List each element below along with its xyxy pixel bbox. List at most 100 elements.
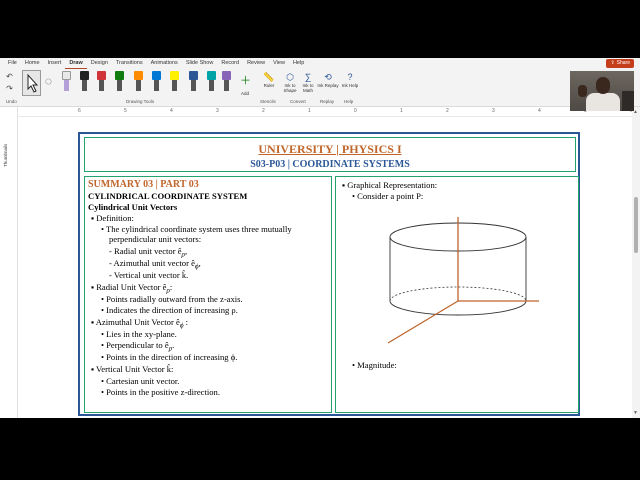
ruler-tick: 4 xyxy=(170,108,173,114)
ink-to-math-button[interactable]: ∑ Ink to Math xyxy=(297,71,319,93)
group-label-replay: Replay xyxy=(320,99,335,104)
tab-home[interactable]: Home xyxy=(21,58,44,69)
tab-slide-show[interactable]: Slide Show xyxy=(182,58,218,69)
ruler-tick: 3 xyxy=(216,108,219,114)
bullet-definition: ▪ Definition: xyxy=(91,213,134,223)
group-label-convert: Convert xyxy=(290,99,306,104)
ribbon-tab-bar: File Home Insert Draw Design Transitions… xyxy=(0,58,640,69)
ruler-tick: 1 xyxy=(400,108,403,114)
tab-review[interactable]: Review xyxy=(243,58,269,69)
tab-record[interactable]: Record xyxy=(217,58,243,69)
tab-animations[interactable]: Animations xyxy=(147,58,182,69)
item-vertical: - Vertical unit vector k̂. xyxy=(109,270,189,280)
tab-insert[interactable]: Insert xyxy=(44,58,66,69)
pen-button-3[interactable] xyxy=(115,71,124,91)
cursor-icon xyxy=(27,73,39,93)
bullet-perpendicular: perpendicular unit vectors: xyxy=(109,234,202,244)
ruler-tick: 4 xyxy=(538,108,541,114)
thumbnails-label: Thumbnails xyxy=(3,143,8,167)
ruler-tick: 0 xyxy=(354,108,357,114)
vertical-scrollbar[interactable]: ▲ ▼ xyxy=(632,107,640,418)
plus-icon: ＋ xyxy=(240,75,251,87)
undo-icon: ↶ xyxy=(6,72,13,81)
lasso-icon: ◌ xyxy=(44,74,53,88)
bullet-graphical: ▪ Graphical Representation: xyxy=(342,180,438,190)
thumbnails-pane[interactable]: Thumbnails xyxy=(0,107,18,418)
ruler-tick: 5 xyxy=(124,108,127,114)
tab-transitions[interactable]: Transitions xyxy=(112,58,147,69)
redo-button[interactable]: ↷ xyxy=(4,83,15,95)
add-pen-label: Add xyxy=(240,91,249,96)
select-tool-button[interactable] xyxy=(22,70,41,96)
pen-icon xyxy=(189,71,198,80)
summary-title: SUMMARY 03 | PART 03 xyxy=(88,179,199,190)
bullet-positive-z: • Points in the positive z-direction. xyxy=(101,387,221,397)
tab-view[interactable]: View xyxy=(269,58,289,69)
slide-subtitle: S03-P03 | COORDINATE SYSTEMS xyxy=(250,159,410,170)
help-icon: ? xyxy=(347,72,353,82)
pen-icon xyxy=(134,71,143,80)
pen-button-7[interactable] xyxy=(189,71,198,91)
tab-design[interactable]: Design xyxy=(87,58,112,69)
share-label: Share xyxy=(616,60,630,66)
scroll-down-icon[interactable]: ▼ xyxy=(633,410,638,416)
ink-help-button[interactable]: ? Ink Help xyxy=(339,71,361,88)
bullet-magnitude: • Magnitude: xyxy=(352,360,397,370)
add-pen-button[interactable]: ＋ xyxy=(240,75,251,87)
ruler-tick: 2 xyxy=(262,108,265,114)
ink-to-math-label: Ink to Math xyxy=(302,83,314,93)
bullet-vertical-vector: ▪ Vertical Unit Vector k̂: xyxy=(91,364,174,374)
tab-help[interactable]: Help xyxy=(289,58,308,69)
screen: File Home Insert Draw Design Transitions… xyxy=(0,0,640,480)
ruler-tick: 2 xyxy=(446,108,449,114)
pen-icon xyxy=(152,71,161,80)
undo-button[interactable]: ↶ xyxy=(4,71,15,83)
bullet-increasing-rho: • Indicates the direction of increasing … xyxy=(101,305,238,315)
ruler-tick: 3 xyxy=(492,108,495,114)
group-label-drawing-tools: Drawing Tools xyxy=(126,99,155,104)
ruler-icon: 📏 xyxy=(263,72,275,82)
eraser-button[interactable] xyxy=(62,71,71,91)
ink-help-label: Ink Help xyxy=(341,83,359,88)
ruler-tick: 1 xyxy=(308,108,311,114)
scrollbar-thumb[interactable] xyxy=(634,197,638,253)
bullet-consider-point: • Consider a point P: xyxy=(352,191,424,201)
group-label-stencils: Stencils xyxy=(260,99,276,104)
ink-replay-button[interactable]: ⟲ Ink Replay xyxy=(317,71,339,88)
ruler-label: Ruler xyxy=(263,83,275,88)
tab-draw[interactable]: Draw xyxy=(65,58,87,69)
heading-cylindrical: CYLINDRICAL COORDINATE SYSTEM xyxy=(88,191,248,201)
pen-icon xyxy=(115,71,124,80)
heading-unit-vectors: Cylindrical Unit Vectors xyxy=(88,202,178,212)
pen-button-1[interactable] xyxy=(80,71,89,91)
ink-replay-label: Ink Replay xyxy=(317,83,339,88)
pen-button-8[interactable] xyxy=(207,71,216,91)
ruler-button[interactable]: 📏 Ruler xyxy=(258,71,280,88)
share-icon: ⇪ xyxy=(610,60,615,66)
bullet-cartesian: • Cartesian unit vector. xyxy=(101,376,180,386)
bullet-radially-outward: • Points radially outward from the z-axi… xyxy=(101,294,243,304)
cylinder-diagram xyxy=(387,217,539,344)
bullet-increasing-phi: • Points in the direction of increasing … xyxy=(101,352,238,362)
share-button[interactable]: ⇪ Share xyxy=(606,59,634,68)
slide[interactable]: UNIVERSITY | PHYSICS I S03-P03 | COORDIN… xyxy=(78,132,580,416)
pen-button-6[interactable] xyxy=(170,71,179,91)
lasso-select-button[interactable]: ◌ xyxy=(43,75,54,87)
pen-icon xyxy=(97,71,106,80)
pen-button-9[interactable] xyxy=(222,71,231,91)
bullet-uses-three: • The cylindrical coordinate system uses… xyxy=(101,224,292,234)
math-icon: ∑ xyxy=(304,72,312,82)
redo-icon: ↷ xyxy=(6,84,13,93)
horizontal-ruler: 6543210123456 xyxy=(18,107,633,117)
draw-ribbon: ↶ ↷ Undo ◌ Drawing Tools ＋ Add 📏 Ruler S… xyxy=(0,69,640,107)
tab-file[interactable]: File xyxy=(4,58,21,69)
webcam-overlay xyxy=(570,71,634,111)
pen-button-2[interactable] xyxy=(97,71,106,91)
cylinder-bottom-front xyxy=(389,300,527,316)
slide-title: UNIVERSITY | PHYSICS I xyxy=(258,142,402,156)
bullet-xy-plane: • Lies in the xy-plane. xyxy=(101,329,177,339)
pen-button-5[interactable] xyxy=(152,71,161,91)
group-label-undo: Undo xyxy=(6,99,17,104)
ink-to-shape-label: Ink to Shape xyxy=(283,83,297,93)
pen-button-4[interactable] xyxy=(134,71,143,91)
